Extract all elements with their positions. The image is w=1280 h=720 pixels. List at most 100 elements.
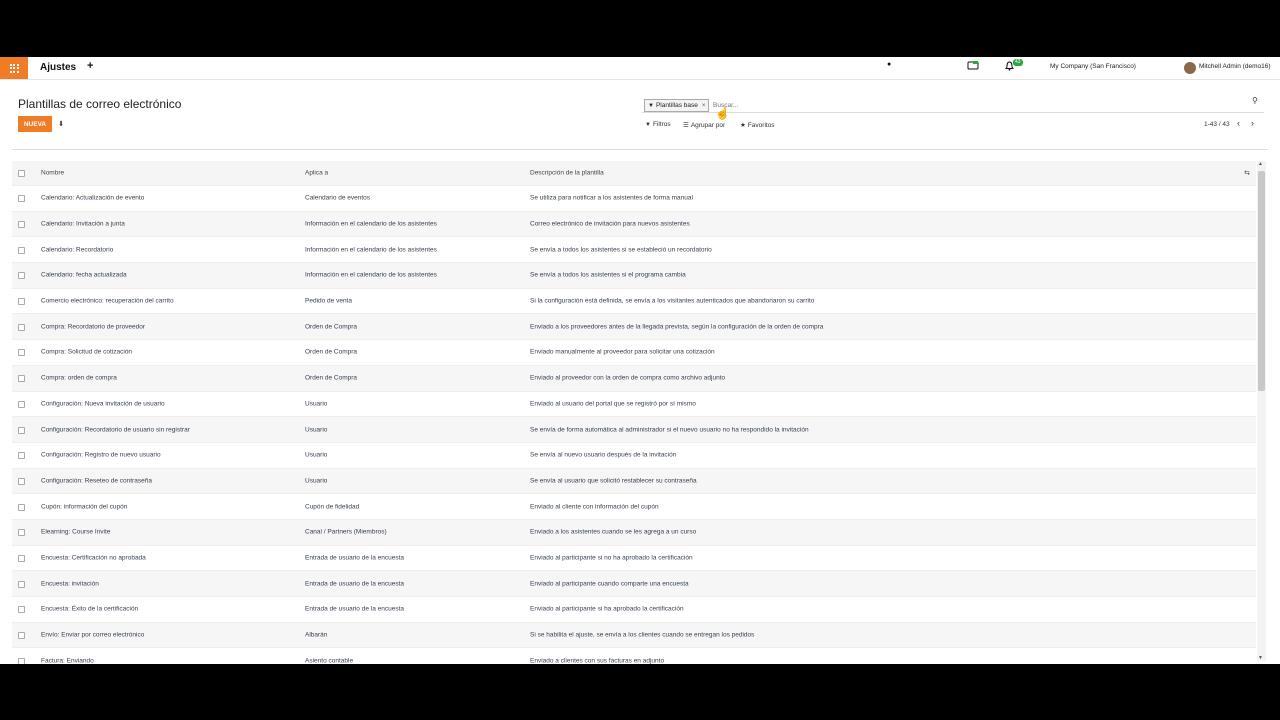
user-menu[interactable]: Mitchell Admin (demo16) — [1199, 63, 1271, 70]
cell-model: Pedido de venta — [305, 297, 352, 305]
cell-description: Se envía a todos los asistentes si el pr… — [530, 271, 686, 279]
table-row[interactable]: Compra: Recordatorio de proveedor Orden d… — [12, 314, 1256, 341]
download-icon[interactable]: ⬇ — [54, 116, 68, 132]
cell-name: Compra: Solicitud de cotización — [41, 348, 133, 356]
table-row[interactable]: Configuración: Recordatorio de usuario s… — [12, 417, 1256, 443]
cell-name: Encuesta: Certificación no aprobada — [41, 554, 146, 562]
scroll-down-icon[interactable]: ▼ — [1258, 655, 1263, 661]
select-all-checkbox[interactable] — [18, 170, 25, 177]
row-checkbox[interactable] — [18, 426, 25, 434]
row-checkbox[interactable] — [18, 246, 25, 254]
cell-name: Configuración: Nueva invitación de usuar… — [41, 400, 165, 408]
app-screen: Ajustes + ● 43 My Company (San Francisco… — [0, 57, 1280, 664]
scrollbar[interactable]: ▲ ▼ — [1257, 161, 1266, 661]
cell-model: Información en el calendario de los asis… — [305, 271, 437, 279]
group-by-button[interactable]: ☰ Agrupar por — [683, 121, 725, 130]
divider — [12, 149, 1268, 150]
table-row[interactable]: Encuesta: Éxito de la certificación Entra… — [12, 597, 1256, 623]
cell-name: Encuesta: Éxito de la certificación — [41, 605, 139, 613]
cell-name: Envío: Enviar por correo electrónico — [41, 631, 145, 639]
table-row[interactable]: Envío: Enviar por correo electrónico Alba… — [12, 622, 1256, 649]
table-row[interactable]: Configuración: Nueva invitación de usuar… — [12, 392, 1256, 418]
cell-model: Usuario — [305, 477, 328, 485]
row-checkbox[interactable] — [18, 272, 25, 280]
cell-description: Enviado a clientes con sus facturas en a… — [530, 657, 665, 664]
row-checkbox[interactable] — [18, 195, 25, 203]
table-row[interactable]: Configuración: Reseteo de contraseña Usua… — [12, 468, 1256, 495]
row-checkbox[interactable] — [18, 477, 25, 485]
cell-description: Si se habilita el ajuste, se envía a los… — [530, 631, 755, 639]
row-checkbox[interactable] — [18, 554, 25, 562]
bug-icon[interactable]: ● — [887, 61, 891, 68]
cell-name: Factura: Enviando — [41, 657, 94, 664]
cell-model: Canal / Partners (Miembros) — [305, 528, 387, 536]
table-row[interactable]: Calendario: Recordatorio Información en e… — [12, 237, 1256, 264]
search-icon[interactable]: ⚲ — [1252, 96, 1258, 105]
row-checkbox[interactable] — [18, 400, 25, 408]
cell-description: Se envía al usuario que solicitó restabl… — [530, 477, 697, 485]
app-title[interactable]: Ajustes — [40, 62, 76, 73]
row-checkbox[interactable] — [18, 606, 25, 614]
sliders-icon[interactable]: ⇆ — [1244, 169, 1250, 177]
new-button[interactable]: NUEVA — [18, 116, 52, 132]
top-navbar: Ajustes + ● 43 My Company (San Francisco… — [0, 57, 1280, 80]
table-row[interactable]: Compra: Solicitud de cotización Orden de … — [12, 340, 1256, 366]
table-row[interactable]: Encuesta: invitación Entrada de usuario d… — [12, 571, 1256, 597]
app-menu-button[interactable] — [0, 57, 28, 79]
chat-icon[interactable] — [967, 61, 979, 73]
cell-description: Se envía al nuevo usuario después de la … — [530, 451, 677, 459]
chevron-left-icon[interactable]: ‹ — [1237, 118, 1240, 128]
search-input[interactable] — [711, 99, 1245, 111]
favorites-button[interactable]: ★ Favoritos — [740, 121, 775, 130]
scroll-up-icon[interactable]: ▲ — [1258, 161, 1263, 167]
row-checkbox[interactable] — [18, 375, 25, 383]
company-switcher[interactable]: My Company (San Francisco) — [1050, 63, 1136, 70]
filter-icon: ▼ — [648, 102, 654, 109]
table-row[interactable]: Calendario: fecha actualizada Información… — [12, 263, 1256, 289]
table-row[interactable]: Encuesta: Certificación no aprobada Entra… — [12, 546, 1256, 572]
column-header-model[interactable]: Aplica a — [305, 170, 328, 177]
search-facet[interactable]: ▼ Plantillas base × — [644, 99, 710, 112]
activity-badge: 43 — [1013, 59, 1023, 66]
cell-description: Enviado al participante si no ha aprobad… — [530, 554, 693, 562]
cell-name: Calendario: Recordatorio — [41, 246, 114, 254]
cell-name: Configuración: Reseteo de contraseña — [41, 477, 152, 485]
filters-button[interactable]: ▼ Filtros — [645, 121, 671, 128]
table-row[interactable]: Configuración: Registro de nuevo usuario… — [12, 443, 1256, 469]
chevron-right-icon[interactable]: › — [1251, 118, 1254, 128]
table-row[interactable]: Compra: orden de compra Orden de Compra En… — [12, 365, 1256, 392]
close-icon[interactable]: × — [702, 103, 706, 109]
table-row[interactable]: Calendario: Actualización de evento Calen… — [12, 186, 1256, 212]
bell-icon[interactable]: 43 — [1005, 59, 1023, 73]
cell-description: Correo electrónico de invitación para nu… — [530, 220, 690, 228]
cell-name: Compra: Recordatorio de proveedor — [41, 323, 146, 331]
row-checkbox[interactable] — [18, 298, 25, 306]
plus-icon[interactable]: + — [87, 60, 93, 72]
cell-name: Calendario: Invitación a junta — [41, 220, 125, 228]
table-row[interactable]: Calendario: Invitación a junta Informació… — [12, 211, 1256, 238]
table-row[interactable]: Factura: Enviando Asiento contable Enviado… — [12, 648, 1256, 664]
star-icon: ★ — [740, 122, 746, 129]
row-checkbox[interactable] — [18, 632, 25, 640]
cell-description: Enviado a los proveedores antes de la ll… — [530, 323, 824, 331]
row-checkbox[interactable] — [18, 580, 25, 588]
scrollbar-thumb[interactable] — [1258, 171, 1265, 391]
pager-value[interactable]: 1-43 / 43 — [1204, 121, 1230, 128]
row-checkbox[interactable] — [18, 503, 25, 511]
table-row[interactable]: Comercio electrónico: recuperación del c… — [12, 289, 1256, 315]
column-header-description[interactable]: Descripción de la plantilla — [530, 170, 604, 177]
search-underline — [642, 112, 1264, 113]
row-checkbox[interactable] — [18, 657, 25, 664]
row-checkbox[interactable] — [18, 529, 25, 537]
table-header: Nombre Aplica a Descripción de la planti… — [12, 161, 1256, 186]
row-checkbox[interactable] — [18, 221, 25, 229]
cell-description: Enviado a los asistentes cuando se les a… — [530, 528, 697, 536]
table-row[interactable]: Elearning: Course Invite Canal / Partners… — [12, 519, 1256, 546]
column-header-name[interactable]: Nombre — [41, 170, 64, 177]
table-row[interactable]: Cupón: información del cupón Cupón de fid… — [12, 494, 1256, 520]
avatar[interactable] — [1184, 62, 1196, 74]
row-checkbox[interactable] — [18, 349, 25, 357]
row-checkbox[interactable] — [18, 323, 25, 331]
cell-name: Calendario: fecha actualizada — [41, 271, 127, 279]
row-checkbox[interactable] — [18, 452, 25, 460]
